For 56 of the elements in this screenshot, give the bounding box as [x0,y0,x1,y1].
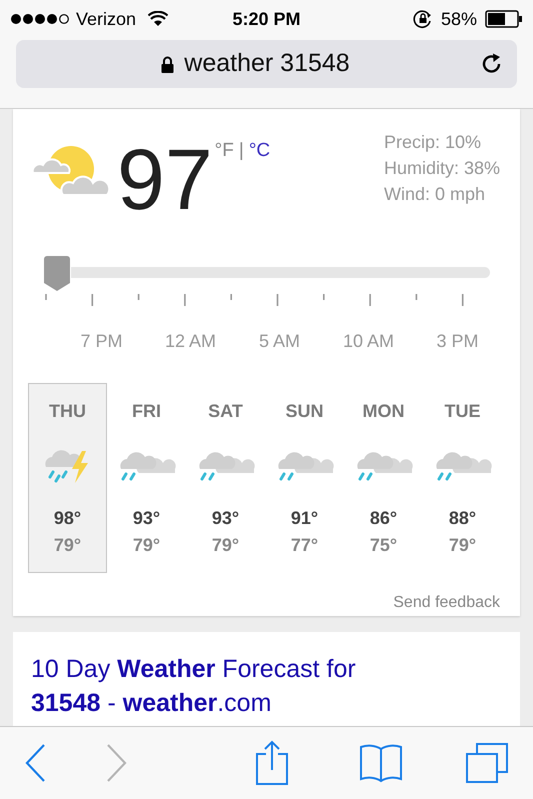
timeline-thumb[interactable] [43,256,71,292]
unit-link[interactable]: °C [248,137,270,166]
day-tab[interactable]: MON 86° 75° [344,383,423,573]
weather-detail: Wind: 0 mph [384,183,486,206]
day-name: MON [362,400,404,423]
unit-label: °F [214,139,234,163]
partly-cloudy-icon [31,143,109,197]
day-name: FRI [132,400,161,423]
time-label: 3 PM [435,330,480,353]
day-tab[interactable]: THU 98° 79° [28,383,107,573]
share-icon[interactable] [255,740,289,786]
status-time: 5:20 PM [232,8,301,30]
day-tab[interactable]: SUN 91° 77° [265,383,344,573]
day-tab[interactable]: TUE 88° 79° [423,383,502,573]
day-tab[interactable]: SAT 93° 79° [186,383,265,573]
lock-icon [161,56,174,72]
address-text: weather 31548 [184,48,350,80]
time-label: 5 AM [258,330,302,353]
low-temperature: 79° [448,534,476,557]
low-temperature: 79° [132,534,160,557]
weather-detail: Humidity: 38% [384,157,500,180]
carrier-name: Verizon [76,8,136,30]
wifi-icon [148,11,168,27]
low-temperature: 77° [290,534,318,557]
weather-detail: Precip: 10% [384,131,482,154]
day-name: SAT [208,400,243,423]
feedback-link[interactable]: Send feedback [393,591,500,615]
back-icon[interactable] [24,743,48,783]
high-temperature: 98° [54,507,82,530]
current-temperature: 97 [117,137,213,223]
battery-icon [485,10,523,28]
high-temperature: 91° [290,507,318,530]
day-tab[interactable]: FRI 93° 79° [107,383,186,573]
book-icon[interactable] [359,743,403,783]
high-temperature: 93° [132,507,160,530]
low-temperature: 79° [54,534,82,557]
rotation-lock-icon [412,9,433,29]
low-temperature: 79° [212,534,240,557]
unit-separator: | [238,139,244,163]
time-label: 12 AM [164,330,218,353]
signal-icon [10,13,70,25]
day-name: THU [49,400,86,423]
low-temperature: 75° [370,534,398,557]
high-temperature: 86° [370,507,398,530]
reload-icon[interactable] [481,53,503,75]
address-bar[interactable]: weather 31548 [16,40,517,88]
result-link[interactable]: 10 Day Weather Forecast for 31548 - weather.com [31,652,430,720]
high-temperature: 88° [448,507,476,530]
tabs-icon[interactable] [465,742,509,784]
time-label: 7 PM [79,330,124,353]
time-label: 10 AM [342,330,396,353]
day-name: SUN [285,400,324,423]
day-name: TUE [444,400,480,423]
timeline-track[interactable] [71,267,490,278]
battery-percent: 58% [440,8,477,30]
high-temperature: 93° [212,507,240,530]
